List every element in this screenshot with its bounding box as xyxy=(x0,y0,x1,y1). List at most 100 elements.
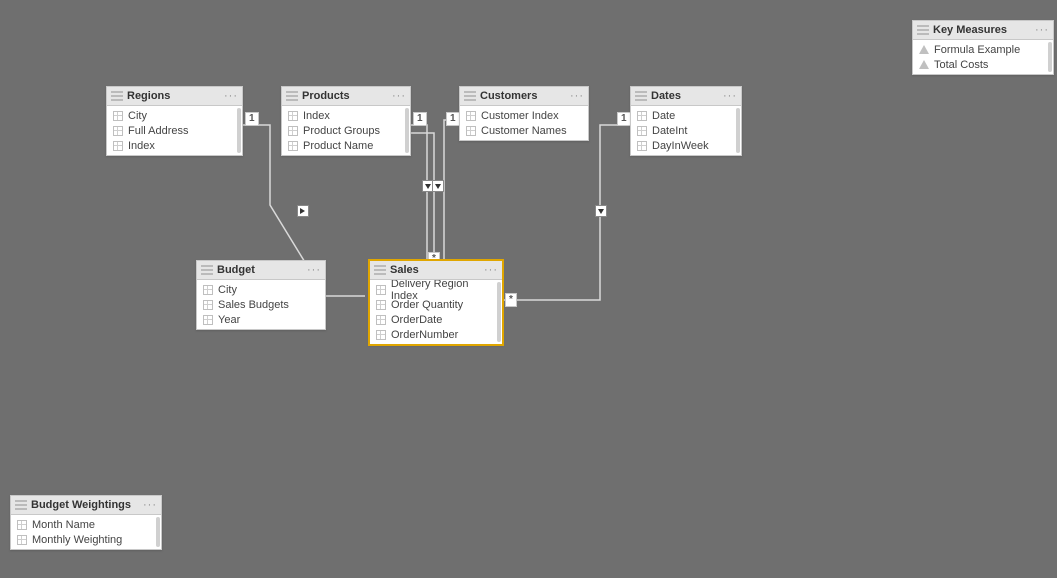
table-regions[interactable]: Regions ··· City Full Address Index xyxy=(106,86,243,156)
filter-arrow-dates xyxy=(595,205,607,217)
field: OrderDate xyxy=(370,312,502,327)
scrollbar[interactable] xyxy=(1048,42,1052,72)
column-icon xyxy=(17,520,27,530)
table-title: Regions xyxy=(127,90,224,102)
table-dates[interactable]: Dates ··· Date DateInt DayInWeek xyxy=(630,86,742,156)
measure-icon xyxy=(919,60,929,70)
field: Sales Budgets xyxy=(197,297,325,312)
table-title: Products xyxy=(302,90,392,102)
field: DayInWeek xyxy=(631,138,741,153)
column-icon xyxy=(203,315,213,325)
table-key-measures[interactable]: Key Measures ··· Formula Example Total C… xyxy=(912,20,1054,75)
table-header[interactable]: Products ··· xyxy=(282,87,410,106)
table-icon xyxy=(917,25,929,35)
table-budget-weightings[interactable]: Budget Weightings ··· Month Name Monthly… xyxy=(10,495,162,550)
table-products[interactable]: Products ··· Index Product Groups Produc… xyxy=(281,86,411,156)
column-icon xyxy=(637,126,647,136)
column-icon xyxy=(113,126,123,136)
table-title: Budget xyxy=(217,264,307,276)
field: Index xyxy=(107,138,242,153)
column-icon xyxy=(288,126,298,136)
cardinality-sales-many-2: * xyxy=(505,293,517,307)
more-icon[interactable]: ··· xyxy=(307,265,321,275)
table-customers[interactable]: Customers ··· Customer Index Customer Na… xyxy=(459,86,589,141)
table-title: Budget Weightings xyxy=(31,499,143,511)
more-icon[interactable]: ··· xyxy=(570,91,584,101)
table-header[interactable]: Key Measures ··· xyxy=(913,21,1053,40)
table-sales[interactable]: Sales ··· Delivery Region Index Order Qu… xyxy=(369,260,503,345)
column-icon xyxy=(17,535,27,545)
table-header[interactable]: Regions ··· xyxy=(107,87,242,106)
table-header[interactable]: Budget Weightings ··· xyxy=(11,496,161,515)
fields-list: Index Product Groups Product Name xyxy=(282,106,410,155)
field: Month Name xyxy=(11,517,161,532)
table-icon xyxy=(111,91,123,101)
table-icon xyxy=(374,265,386,275)
column-icon xyxy=(376,300,386,310)
table-header[interactable]: Customers ··· xyxy=(460,87,588,106)
field: Index xyxy=(282,108,410,123)
table-icon xyxy=(286,91,298,101)
field: Total Costs xyxy=(913,57,1053,72)
table-header[interactable]: Sales ··· xyxy=(370,261,502,280)
table-title: Sales xyxy=(390,264,484,276)
column-icon xyxy=(376,285,386,295)
field: OrderNumber xyxy=(370,327,502,342)
field: Delivery Region Index xyxy=(370,282,502,297)
field: DateInt xyxy=(631,123,741,138)
scrollbar[interactable] xyxy=(405,108,409,153)
more-icon[interactable]: ··· xyxy=(143,500,157,510)
fields-list: Delivery Region Index Order Quantity Ord… xyxy=(370,280,502,344)
more-icon[interactable]: ··· xyxy=(723,91,737,101)
column-icon xyxy=(113,111,123,121)
scrollbar[interactable] xyxy=(497,282,501,342)
rel-products-sales-b xyxy=(411,133,434,262)
column-icon xyxy=(466,126,476,136)
scrollbar[interactable] xyxy=(156,517,160,547)
table-header[interactable]: Dates ··· xyxy=(631,87,741,106)
field: Full Address xyxy=(107,123,242,138)
field: Customer Index xyxy=(460,108,588,123)
table-icon xyxy=(464,91,476,101)
cardinality-dates-one: 1 xyxy=(617,112,631,126)
fields-list: Month Name Monthly Weighting xyxy=(11,515,161,549)
measure-icon xyxy=(919,45,929,55)
cardinality-customers-one: 1 xyxy=(446,112,460,126)
field: Formula Example xyxy=(913,42,1053,57)
fields-list: Formula Example Total Costs xyxy=(913,40,1053,74)
field: City xyxy=(107,108,242,123)
column-icon xyxy=(376,315,386,325)
table-icon xyxy=(635,91,647,101)
table-icon xyxy=(201,265,213,275)
column-icon xyxy=(637,141,647,151)
table-header[interactable]: Budget ··· xyxy=(197,261,325,280)
table-icon xyxy=(15,500,27,510)
table-title: Customers xyxy=(480,90,570,102)
table-budget[interactable]: Budget ··· City Sales Budgets Year xyxy=(196,260,326,330)
fields-list: Date DateInt DayInWeek xyxy=(631,106,741,155)
cardinality-regions-one: 1 xyxy=(245,112,259,126)
filter-arrow-regions xyxy=(297,205,309,217)
field: Product Groups xyxy=(282,123,410,138)
more-icon[interactable]: ··· xyxy=(224,91,238,101)
scrollbar[interactable] xyxy=(736,108,740,153)
field: Customer Names xyxy=(460,123,588,138)
field: Year xyxy=(197,312,325,327)
field: City xyxy=(197,282,325,297)
table-title: Dates xyxy=(651,90,723,102)
filter-arrow-products-b xyxy=(432,180,444,192)
fields-list: City Sales Budgets Year xyxy=(197,280,325,329)
scrollbar[interactable] xyxy=(237,108,241,153)
column-icon xyxy=(466,111,476,121)
cardinality-products-one: 1 xyxy=(413,112,427,126)
more-icon[interactable]: ··· xyxy=(484,265,498,275)
fields-list: Customer Index Customer Names xyxy=(460,106,588,140)
column-icon xyxy=(288,111,298,121)
field: Monthly Weighting xyxy=(11,532,161,547)
more-icon[interactable]: ··· xyxy=(392,91,406,101)
rel-customers-sales xyxy=(444,120,459,260)
fields-list: City Full Address Index xyxy=(107,106,242,155)
column-icon xyxy=(376,330,386,340)
more-icon[interactable]: ··· xyxy=(1035,25,1049,35)
column-icon xyxy=(637,111,647,121)
